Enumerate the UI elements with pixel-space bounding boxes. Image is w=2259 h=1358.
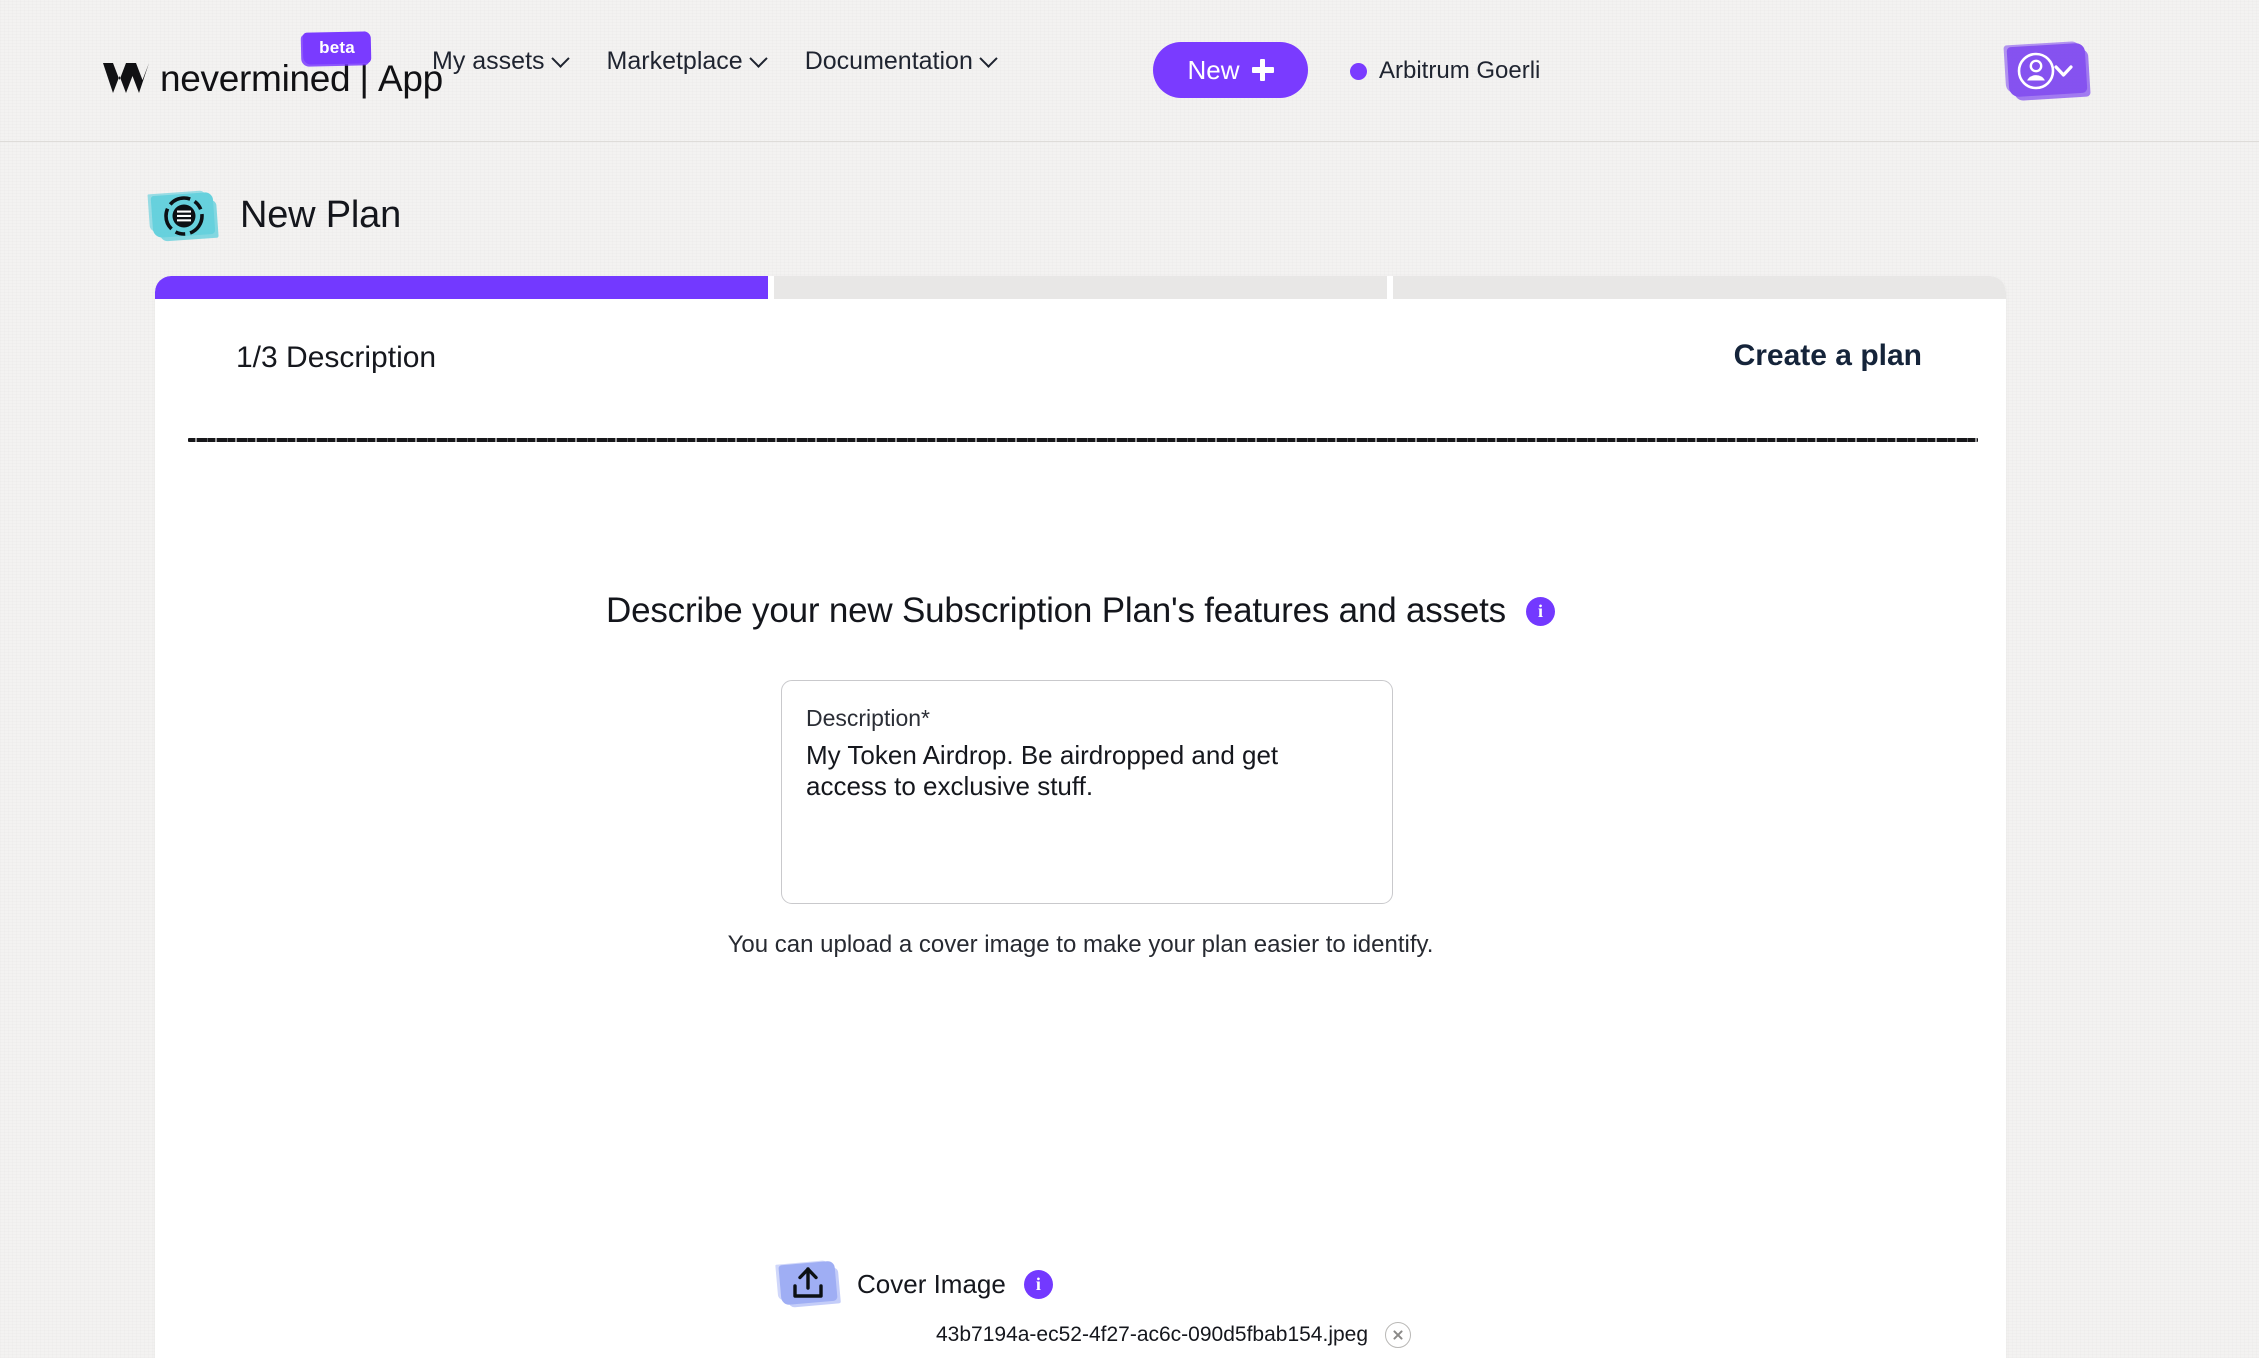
brand-separator: | [359, 58, 369, 99]
nevermined-logo-icon [103, 63, 149, 93]
info-icon[interactable]: i [1023, 1269, 1053, 1299]
wizard-progress-bar [155, 276, 2006, 299]
form-heading-text: Describe your new Subscription Plan's fe… [606, 591, 1506, 630]
new-button[interactable]: New [1153, 42, 1308, 98]
beta-badge-label: beta [319, 38, 355, 57]
network-status-dot [1350, 62, 1367, 80]
progress-segment-1 [155, 276, 768, 299]
section-divider [188, 438, 1978, 442]
page-title: New Plan [240, 193, 402, 236]
cover-image-hint: You can upload a cover image to make you… [727, 931, 1434, 958]
cover-image-file-row: 43b7194a-ec52-4f27-ac6c-090d5fbab154.jpe… [936, 1322, 1412, 1348]
page-header: New Plan [148, 180, 401, 250]
plan-wizard-card: 1/3 Description Create a plan Describe y… [155, 276, 2006, 1358]
upload-icon[interactable] [777, 1256, 839, 1312]
plan-badge-icon [148, 184, 218, 246]
description-label: Description* [806, 705, 930, 731]
info-icon[interactable]: i [1525, 596, 1555, 626]
wizard-step-label: 1/3 Description [236, 341, 437, 374]
network-name: Arbitrum Goerli [1379, 57, 1541, 84]
network-selector[interactable]: Arbitrum Goerli [1350, 57, 1540, 85]
progress-segment-3 [1393, 276, 2006, 299]
nav-item-marketplace[interactable]: Marketplace [606, 47, 768, 76]
nav-item-label: My assets [432, 47, 545, 75]
progress-segment-2 [774, 276, 1387, 299]
account-menu-button[interactable] [2002, 33, 2092, 109]
upload-arrow-icon [793, 1267, 823, 1298]
chevron-down-icon [550, 49, 570, 68]
cover-image-label: Cover Image [857, 1268, 1006, 1299]
main-navigation: My assets Marketplace Documentation [432, 47, 998, 76]
nav-item-label: Marketplace [606, 47, 743, 75]
nav-item-my-assets[interactable]: My assets [432, 47, 570, 76]
plan-glyph-icon [164, 196, 204, 236]
top-navigation-bar: nevermined | App beta My assets Marketpl… [0, 0, 2259, 142]
brand-logo[interactable]: nevermined | App [103, 46, 443, 98]
new-button-label: New [1187, 55, 1240, 85]
chevron-down-icon [749, 49, 768, 68]
user-avatar-icon [2017, 52, 2073, 90]
remove-cover-image-button[interactable] [1385, 1322, 1412, 1348]
form-heading: Describe your new Subscription Plan's fe… [155, 591, 2006, 631]
brand-name: nevermined [160, 58, 351, 99]
nav-item-label: Documentation [804, 47, 973, 75]
description-input[interactable]: My Token Airdrop. Be airdropped and get … [806, 740, 1346, 802]
wizard-step-header: 1/3 Description Create a plan [155, 299, 2006, 441]
wizard-flow-title: Create a plan [1733, 339, 1922, 372]
description-field[interactable]: Description* My Token Airdrop. Be airdro… [781, 680, 1393, 904]
chevron-down-icon [979, 49, 998, 68]
nav-item-documentation[interactable]: Documentation [804, 47, 998, 76]
plus-icon [1251, 59, 1274, 81]
cover-image-upload-row[interactable]: Cover Image i [778, 1256, 1053, 1312]
cover-image-filename: 43b7194a-ec52-4f27-ac6c-090d5fbab154.jpe… [936, 1323, 1369, 1346]
beta-badge: beta [302, 31, 372, 65]
